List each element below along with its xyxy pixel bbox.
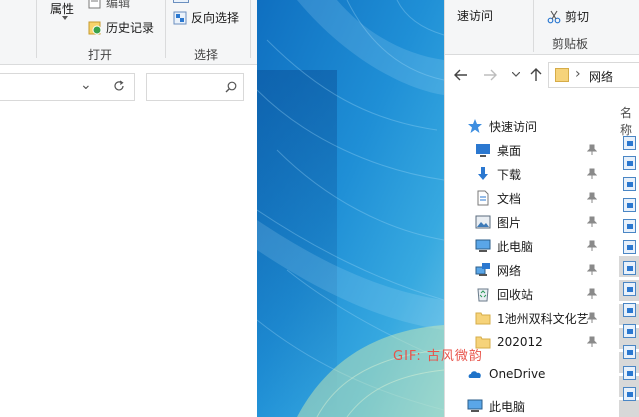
pin-icon[interactable] (587, 264, 597, 276)
nav-item-this-pc[interactable]: 此电脑 (475, 234, 639, 258)
pin-icon[interactable] (587, 336, 597, 348)
address-dropdown-icon[interactable]: ⌄ (80, 77, 92, 93)
pin-icon[interactable] (587, 168, 597, 180)
up-arrow-icon[interactable] (530, 68, 542, 82)
nav-item-downloads[interactable]: 下载 (475, 162, 639, 186)
pin-icon[interactable] (587, 312, 597, 324)
breadcrumb-separator-icon: › (575, 66, 581, 82)
properties-label: 属性 (50, 2, 75, 16)
picture-icon (475, 215, 491, 229)
nav-item-label: 1池州双科文化艺 (497, 311, 589, 326)
left-ribbon: 属性 编辑 历史记录 打开 反向选择 选择 (0, 0, 257, 65)
nav-quick-access[interactable]: 快速访问 (467, 114, 639, 138)
nav-item-label: 图片 (497, 215, 522, 230)
desktop-icon (476, 144, 490, 157)
forward-arrow-icon[interactable] (483, 69, 497, 81)
properties-button[interactable]: 属性 (40, 0, 80, 36)
nav-item-folder[interactable]: 1池州双科文化艺 (475, 306, 639, 330)
pin-icon[interactable] (587, 240, 597, 252)
ribbon-separator (165, 0, 166, 58)
nav-item-recycle-bin[interactable]: 回收站 (475, 282, 639, 306)
star-icon (468, 119, 482, 133)
pin-icon[interactable] (587, 288, 597, 300)
nav-item-label: 202012 (497, 335, 543, 349)
computer-icon (467, 399, 483, 412)
back-arrow-icon[interactable] (454, 69, 468, 81)
recent-locations-icon[interactable] (512, 72, 520, 77)
watermark-text: GIF: 古风微韵 (393, 349, 483, 364)
dropdown-arrow-icon (62, 16, 68, 20)
ribbon-separator (250, 0, 251, 58)
pin-icon[interactable] (587, 144, 597, 156)
edit-button[interactable]: 编辑 (88, 0, 130, 11)
select-group-label: 选择 (194, 48, 219, 62)
invert-selection-button[interactable]: 反向选择 (173, 9, 239, 26)
nav-onedrive-label: OneDrive (489, 367, 546, 381)
nav-item-label: 下载 (497, 167, 522, 182)
download-icon (478, 167, 488, 180)
nav-item-label: 回收站 (497, 287, 534, 302)
search-icon (225, 81, 237, 93)
invert-selection-label: 反向选择 (191, 11, 240, 25)
search-input[interactable] (146, 73, 244, 101)
nav-item-label: 文档 (497, 191, 522, 206)
breadcrumb[interactable]: › 网络 (548, 62, 639, 88)
pin-icon[interactable] (587, 216, 597, 228)
network-icon (475, 263, 490, 276)
left-explorer-window: 属性 编辑 历史记录 打开 反向选择 选择 ⌄ (0, 0, 257, 417)
edit-label: 编辑 (106, 0, 131, 10)
nav-onedrive[interactable]: OneDrive (467, 362, 639, 386)
edit-icon (88, 0, 101, 8)
clipboard-group-label: 剪贴板 (552, 37, 589, 51)
nav-this-pc[interactable]: 此电脑 (467, 394, 639, 417)
history-label: 历史记录 (106, 21, 155, 35)
history-icon (88, 21, 102, 34)
ribbon-separator (36, 0, 37, 58)
cloud-icon (468, 371, 481, 378)
computer-icon (475, 239, 491, 252)
right-ribbon: 速访问 剪切 剪贴板 (445, 0, 639, 55)
nav-item-label: 此电脑 (497, 239, 534, 254)
refresh-icon (114, 80, 124, 91)
navigation-bar: › 网络 (445, 60, 639, 90)
invert-selection-icon (173, 11, 187, 24)
breadcrumb-network[interactable]: 网络 (589, 68, 613, 85)
ribbon-separator (533, 0, 534, 52)
nav-item-desktop[interactable]: 桌面 (475, 138, 639, 162)
nav-this-pc-label: 此电脑 (489, 399, 526, 414)
nav-item-documents[interactable]: 文档 (475, 186, 639, 210)
folder-icon (475, 312, 491, 325)
open-group-label: 打开 (88, 48, 113, 62)
nav-item-folder[interactable]: 202012 (475, 330, 639, 354)
folder-icon (555, 68, 569, 82)
cut-button[interactable]: 剪切 (547, 8, 589, 25)
nav-item-label: 桌面 (497, 143, 522, 158)
document-icon (477, 190, 489, 206)
refresh-button[interactable] (106, 73, 132, 101)
scissors-icon (547, 10, 561, 23)
history-button[interactable]: 历史记录 (88, 19, 154, 36)
recycle-bin-icon (477, 288, 489, 302)
quick-access-label[interactable]: 速访问 (457, 7, 493, 24)
nav-quick-access-label: 快速访问 (489, 119, 538, 134)
nav-item-pictures[interactable]: 图片 (475, 210, 639, 234)
cut-label: 剪切 (565, 10, 590, 24)
nav-item-label: 网络 (497, 263, 522, 278)
pin-icon[interactable] (587, 192, 597, 204)
select-all-icon[interactable] (173, 0, 189, 3)
nav-item-network[interactable]: 网络 (475, 258, 639, 282)
